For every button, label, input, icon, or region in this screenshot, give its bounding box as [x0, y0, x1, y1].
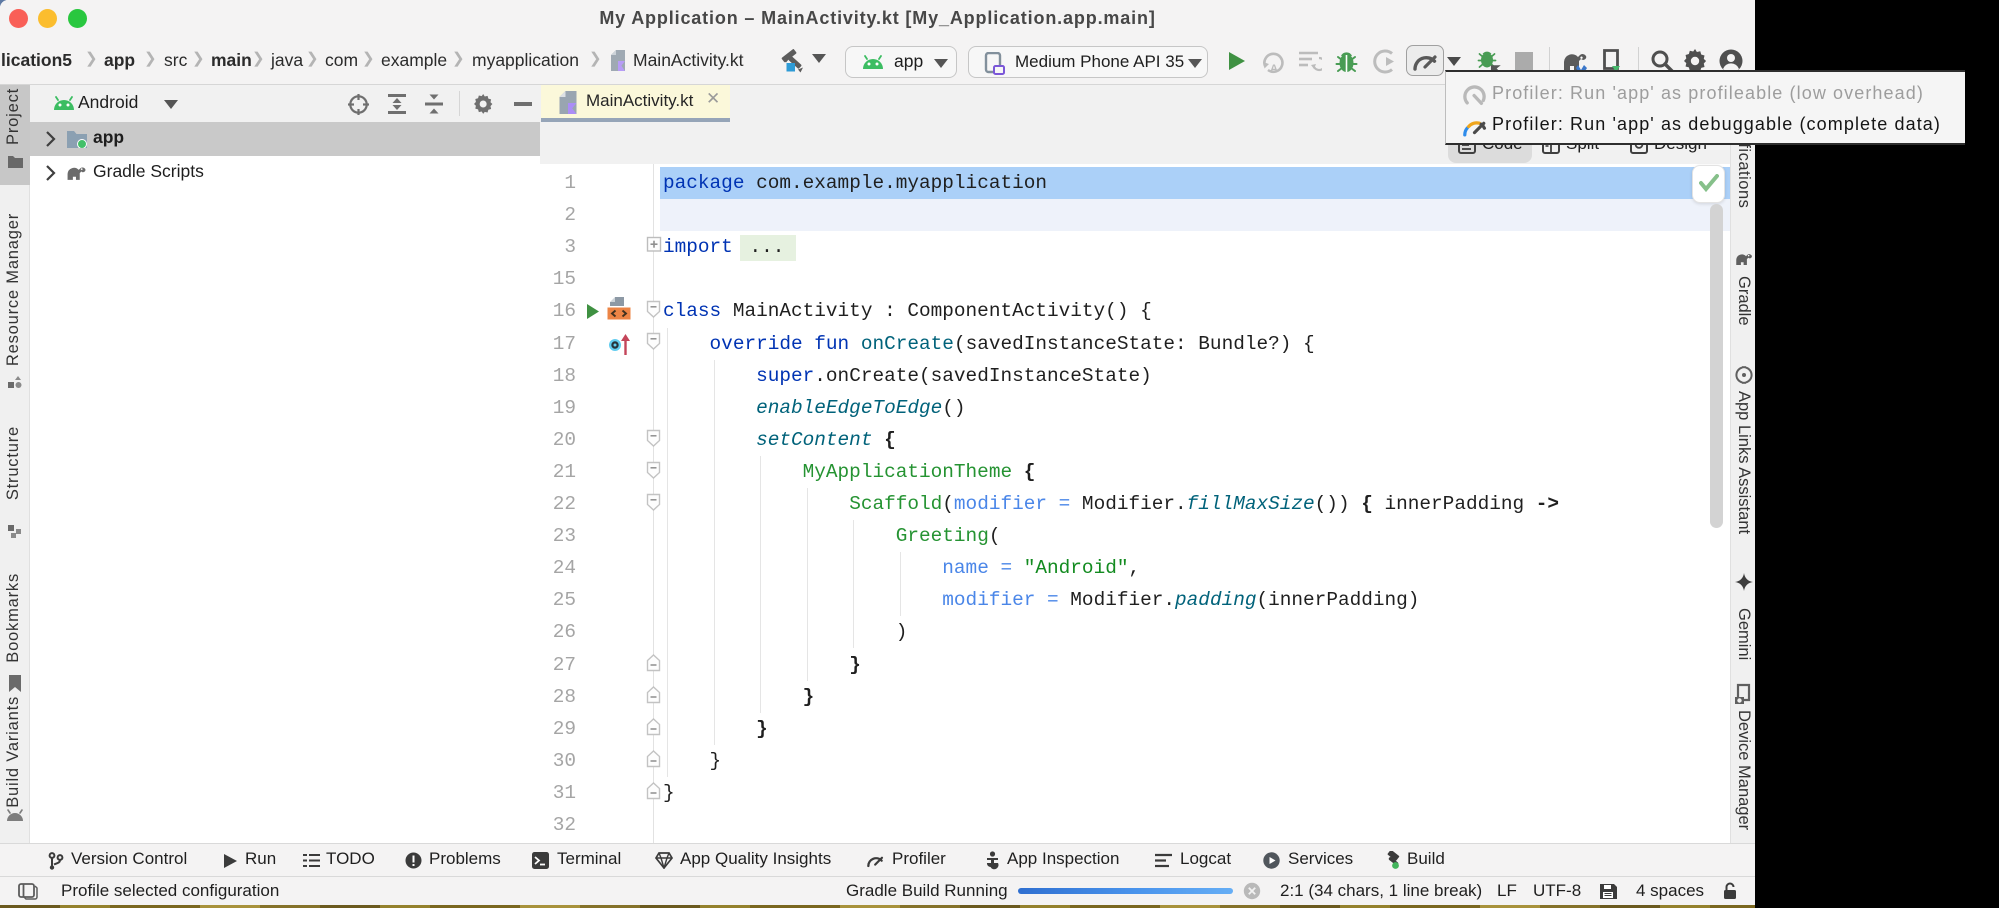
svg-text:A: A [1270, 63, 1278, 74]
